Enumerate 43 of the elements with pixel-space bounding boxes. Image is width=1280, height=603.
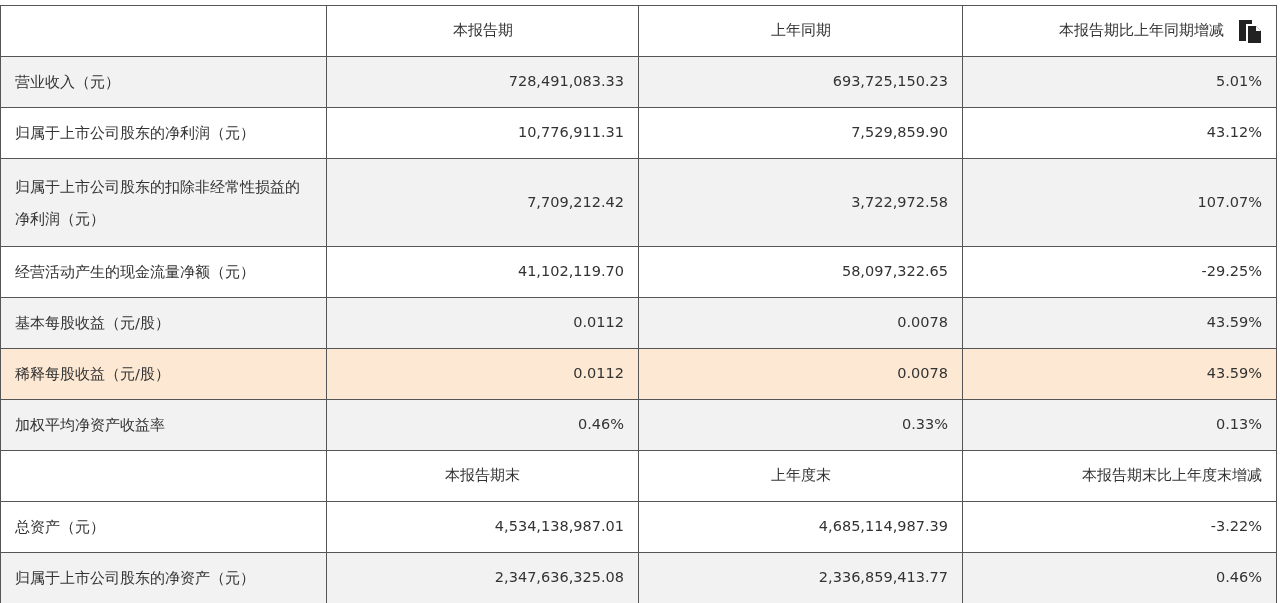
table-cell-text: 2,336,859,413.77 [818,568,948,588]
column-header: 本报告期 [452,21,513,41]
row-label: 稀释每股收益（元/股） [15,365,170,384]
table-cell-text: 728,491,083.33 [508,72,624,92]
table-cell-text: 58,097,322.65 [841,262,948,282]
table-cell-text: 0.0078 [897,313,948,333]
table-cell-text: 4,534,138,987.01 [494,517,624,537]
table-cell-text: 107.07% [1197,192,1262,212]
table-cell-text: 0.33% [901,415,948,435]
column-header: 本报告期末 [445,466,520,486]
table-cell-text: 0.0112 [573,364,624,384]
table-cell-text: 43.59% [1206,364,1262,384]
table-cell-text: 43.12% [1206,123,1262,143]
row-label: 经营活动产生的现金流量净额（元） [15,263,255,282]
copy-icon[interactable] [1236,18,1262,44]
column-header: 本报告期末比上年度末增减 [1082,466,1262,486]
table-cell-text: 0.13% [1215,415,1262,435]
table-cell-text: 7,529,859.90 [851,123,948,143]
table-cell-text: -29.25% [1201,262,1262,282]
table-cell-text: 43.59% [1206,313,1262,333]
table-cell-text: 0.0112 [573,313,624,333]
table-cell-text: 0.46% [577,415,624,435]
table-cell-text: 0.0078 [897,364,948,384]
row-label: 归属于上市公司股东的扣除非经常性损益的净利润（元） [15,177,301,229]
row-label: 总资产（元） [15,518,105,537]
column-header: 上年度末 [770,466,831,486]
table-cell-text: 7,709,212.42 [527,192,624,212]
column-header: 上年同期 [770,21,831,41]
row-label: 加权平均净资产收益率 [15,416,165,435]
table-cell-text: 693,725,150.23 [832,72,948,92]
table-cell-text: 10,776,911.31 [517,123,624,143]
table-cell-text: 5.01% [1215,72,1262,92]
table-cell-text: 41,102,119.70 [517,262,624,282]
row-label: 归属于上市公司股东的净资产（元） [15,569,255,588]
table-cell-text: 0.46% [1215,568,1262,588]
row-label: 归属于上市公司股东的净利润（元） [15,124,255,143]
table-cell-text: 3,722,972.58 [851,192,948,212]
table-cell-text: -3.22% [1210,517,1262,537]
row-label: 营业收入（元） [15,73,120,92]
row-label: 基本每股收益（元/股） [15,314,170,333]
column-header: 本报告期比上年同期增减 [1059,21,1224,41]
table-cell-text: 2,347,636,325.08 [494,568,624,588]
table-cell-text: 4,685,114,987.39 [818,517,948,537]
